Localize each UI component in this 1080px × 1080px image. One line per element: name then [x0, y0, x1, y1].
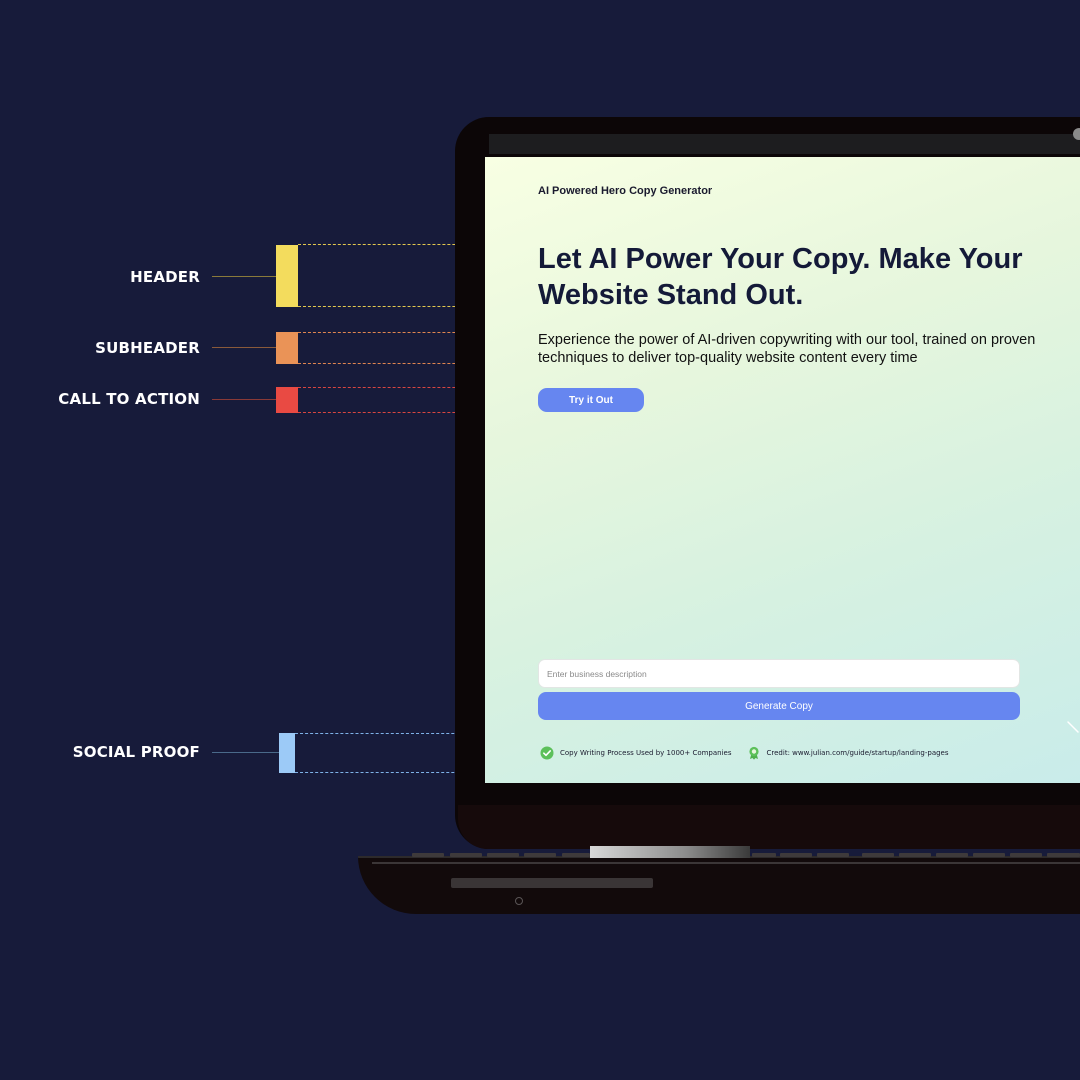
- chevron-right-icon: [1067, 721, 1079, 733]
- keyboard-key: [1010, 853, 1042, 857]
- social-proof-credit: Credit: www.julian.com/guide/startup/lan…: [766, 749, 949, 757]
- webcam-icon: [1073, 128, 1080, 140]
- laptop-hinge: [590, 846, 750, 858]
- annotation-label-header: HEADER: [130, 268, 200, 286]
- keyboard-key: [936, 853, 968, 857]
- annotation-stub: [212, 347, 276, 348]
- hero-subheadline: Experience the power of AI-driven copywr…: [538, 332, 1036, 366]
- annotation-stub: [212, 276, 276, 277]
- app-title: AI Powered Hero Copy Generator: [538, 185, 713, 197]
- award-badge-icon: [747, 746, 761, 760]
- keyboard-key: [562, 853, 590, 857]
- laptop-screen: AI Powered Hero Copy Generator Let AI Po…: [485, 157, 1080, 783]
- social-proof-companies: Copy Writing Process Used by 1000+ Compa…: [560, 749, 732, 757]
- keyboard-key: [487, 853, 519, 857]
- laptop-top-bezel: [489, 134, 1080, 154]
- try-it-out-button[interactable]: Try it Out: [538, 388, 644, 412]
- annotation-marker-header: [276, 245, 298, 307]
- keyboard-key: [780, 853, 812, 857]
- keyboard-key: [899, 853, 931, 857]
- annotation-marker-cta: [276, 387, 298, 413]
- annotation-label-cta: CALL TO ACTION: [58, 390, 200, 408]
- annotation-marker-social-proof: [279, 733, 295, 773]
- trackpad: [451, 878, 653, 888]
- keyboard-key: [412, 853, 444, 857]
- keyboard-key: [524, 853, 556, 857]
- check-circle-icon: [540, 746, 554, 760]
- keyboard-key: [1047, 853, 1080, 857]
- keyboard-key: [973, 853, 1005, 857]
- annotation-stub: [212, 399, 276, 400]
- keyboard-key: [817, 853, 849, 857]
- indicator-light: [515, 897, 523, 905]
- annotation-stub: [212, 752, 279, 753]
- keyboard-key: [862, 853, 894, 857]
- keyboard-key: [450, 853, 482, 857]
- annotation-label-social-proof: SOCIAL PROOF: [72, 743, 200, 761]
- social-proof-row: Copy Writing Process Used by 1000+ Compa…: [540, 746, 949, 760]
- laptop-base-edge: [372, 862, 1080, 864]
- laptop-bottom-bezel: [458, 805, 1080, 849]
- hero-headline: Let AI Power Your Copy. Make Your Websit…: [538, 243, 1023, 311]
- generate-copy-button[interactable]: Generate Copy: [538, 692, 1020, 720]
- annotation-marker-subheader: [276, 332, 298, 364]
- annotation-label-subheader: SUBHEADER: [95, 339, 200, 357]
- keyboard-key: [752, 853, 776, 857]
- business-description-input[interactable]: [538, 659, 1020, 688]
